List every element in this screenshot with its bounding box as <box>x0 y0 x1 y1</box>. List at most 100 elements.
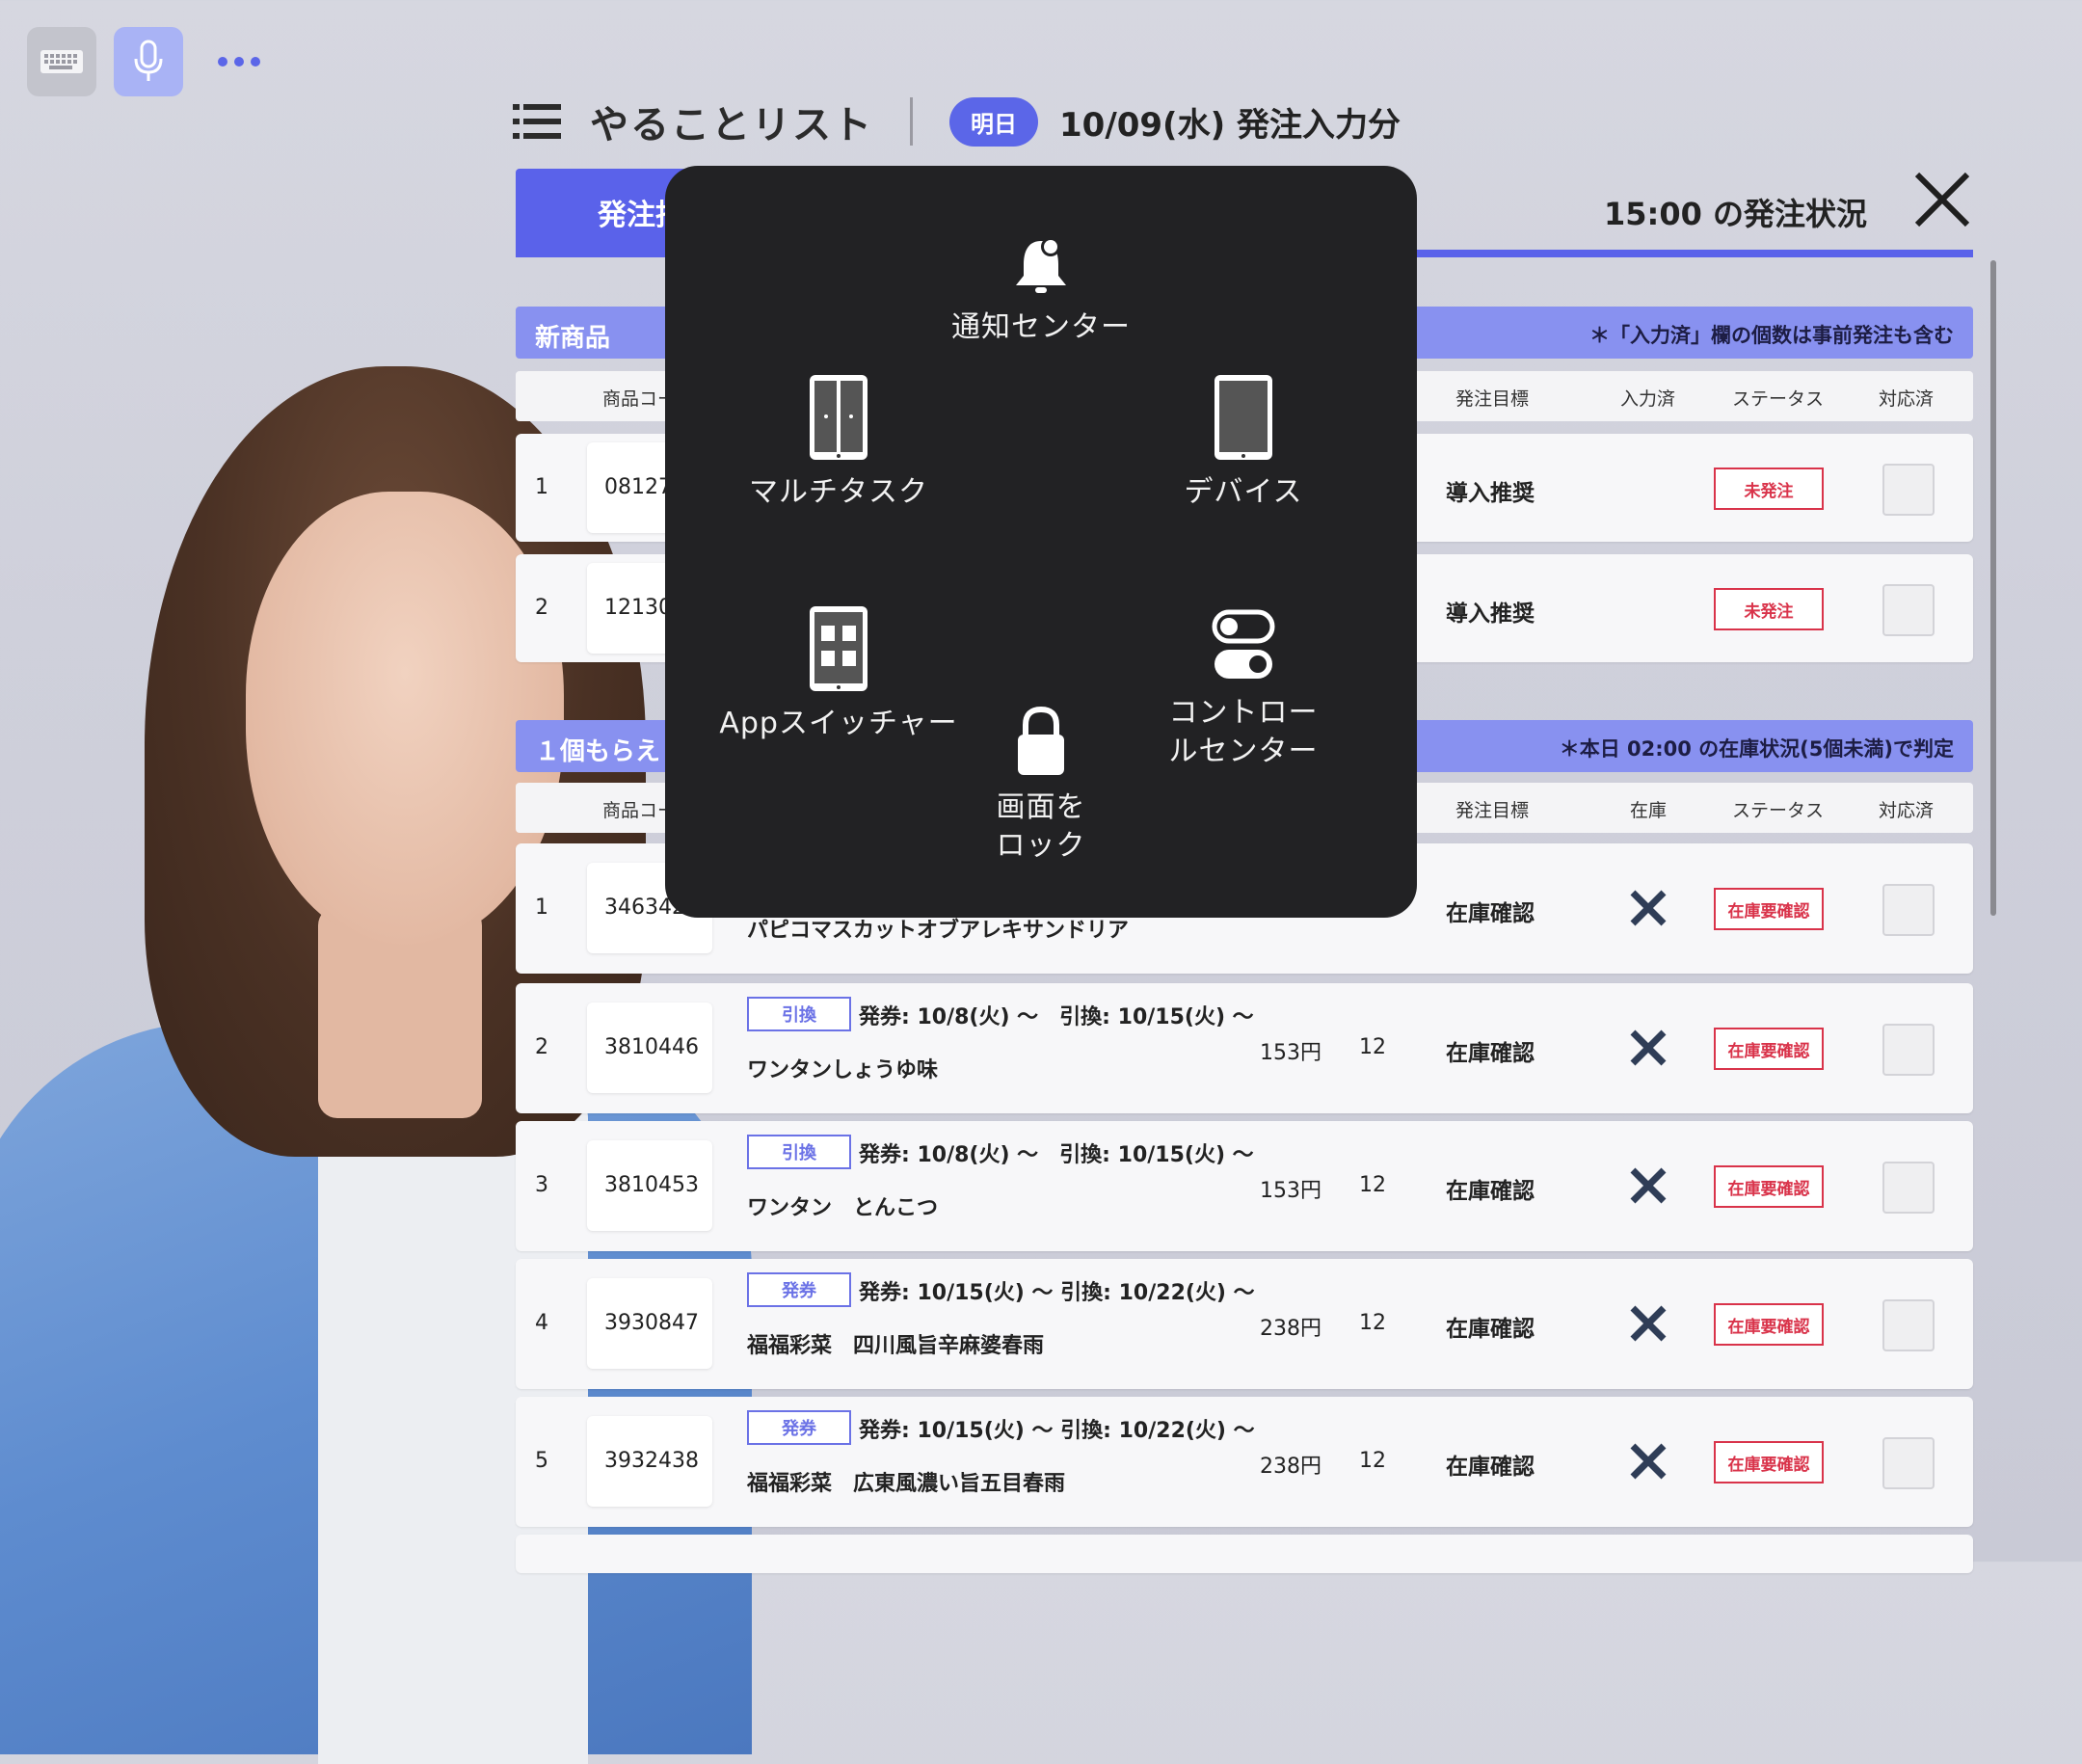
bell-icon <box>1016 237 1066 293</box>
table-row[interactable]: 3 3810453 引換 発券: 10/8(火) 〜 引換: 10/15(火) … <box>516 1121 1973 1251</box>
price: 238円 <box>1260 1455 1321 1479</box>
device-label: デバイス <box>1184 475 1303 509</box>
table-row[interactable]: 4 3930847 発券 発券: 10/15(火) 〜 引換: 10/22(火)… <box>516 1259 1973 1389</box>
control-center-label-1: コントロー <box>1168 696 1319 730</box>
toggle-icon <box>1212 609 1275 679</box>
status-badge: 未発注 <box>1714 468 1824 510</box>
app-switcher-label: Appスイッチャー <box>719 707 958 740</box>
row-index: 1 <box>535 895 548 920</box>
order-target: 在庫確認 <box>1446 901 1535 926</box>
status-badge: 未発注 <box>1714 588 1824 630</box>
row-index: 2 <box>535 1035 548 1059</box>
device-button[interactable]: デバイス <box>1137 373 1349 512</box>
row-index: 4 <box>535 1311 548 1335</box>
product-name: 福福彩菜 広東風濃い旨五目春雨 <box>747 1472 1066 1496</box>
order-target: 導入推奨 <box>1446 481 1535 506</box>
campaign-tag: 引換 <box>747 997 851 1031</box>
section-note: ＊本日 02:00 の在庫状況(5個未満)で判定 <box>1559 737 1954 761</box>
tablet-icon <box>1214 375 1272 460</box>
status-badge: 在庫要確認 <box>1714 1303 1824 1346</box>
date-title: 10/09(水) 発注入力分 <box>1059 105 1401 145</box>
x-mark-icon <box>1630 1443 1667 1480</box>
campaign-period: 発券: 10/8(火) 〜 引換: 10/15(火) 〜 <box>859 1005 1254 1029</box>
microphone-icon <box>134 40 163 81</box>
col-status: ステータス <box>1732 800 1825 821</box>
assistive-touch-menu: 通知センター マルチタスク デバイス Appスイッチャー コントロー ルセンター… <box>665 166 1417 918</box>
price: 153円 <box>1260 1041 1321 1065</box>
table-row[interactable] <box>516 1535 1973 1573</box>
multitask-icon <box>810 375 868 460</box>
product-code: 3930847 <box>604 1311 699 1335</box>
campaign-period: 発券: 10/8(火) 〜 引換: 10/15(火) 〜 <box>859 1143 1254 1167</box>
keyboard-button[interactable] <box>27 27 96 96</box>
row-index: 2 <box>535 596 548 620</box>
done-checkbox[interactable] <box>1882 1437 1935 1489</box>
close-icon[interactable] <box>1911 169 1973 230</box>
multitask-button[interactable]: マルチタスク <box>713 373 964 512</box>
quantity: 12 <box>1359 1173 1386 1197</box>
notification-center-label: 通知センター <box>951 310 1131 344</box>
order-target: 在庫確認 <box>1446 1455 1535 1480</box>
quantity: 12 <box>1359 1311 1386 1335</box>
col-done: 対応済 <box>1879 800 1935 821</box>
order-target: 在庫確認 <box>1446 1179 1535 1204</box>
app-switcher-button[interactable]: Appスイッチャー <box>704 604 974 743</box>
lock-screen-button[interactable]: 画面を ロック <box>945 706 1137 866</box>
x-mark-icon <box>1630 890 1667 926</box>
order-target: 導入推奨 <box>1446 601 1535 627</box>
section-label: １個もらえ <box>535 737 661 766</box>
done-checkbox[interactable] <box>1882 884 1935 936</box>
status-badge: 在庫要確認 <box>1714 1165 1824 1208</box>
done-checkbox[interactable] <box>1882 584 1935 636</box>
table-row[interactable]: 5 3932438 発券 発券: 10/15(火) 〜 引換: 10/22(火)… <box>516 1397 1973 1527</box>
control-center-label-2: ルセンター <box>1168 735 1319 768</box>
product-name: 福福彩菜 四川風旨辛麻婆春雨 <box>747 1334 1045 1358</box>
row-index: 5 <box>535 1449 548 1473</box>
x-mark-icon <box>1630 1029 1667 1066</box>
col-done: 対応済 <box>1879 388 1935 410</box>
table-row[interactable]: 2 3810446 引換 発券: 10/8(火) 〜 引換: 10/15(火) … <box>516 983 1973 1113</box>
microphone-button[interactable] <box>114 27 183 96</box>
list-menu-icon[interactable] <box>513 104 561 139</box>
keyboard-icon <box>40 50 83 73</box>
col-target: 発注目標 <box>1455 800 1530 821</box>
col-entered: 入力済 <box>1620 388 1676 410</box>
x-mark-icon <box>1630 1305 1667 1342</box>
done-checkbox[interactable] <box>1882 1299 1935 1351</box>
campaign-period: 発券: 10/15(火) 〜 引換: 10/22(火) 〜 <box>859 1419 1255 1443</box>
status-badge: 在庫要確認 <box>1714 1028 1824 1070</box>
status-badge: 在庫要確認 <box>1714 888 1824 930</box>
quantity: 12 <box>1359 1449 1386 1473</box>
product-code: 3932438 <box>604 1449 699 1473</box>
control-center-button[interactable]: コントロー ルセンター <box>1128 609 1359 771</box>
product-code: 12130 <box>604 596 672 620</box>
lock-screen-label-2: ロック <box>996 829 1086 863</box>
col-stock: 在庫 <box>1630 800 1668 821</box>
section-label: 新商品 <box>535 324 611 353</box>
more-dots-icon <box>218 57 260 67</box>
multitask-label: マルチタスク <box>749 475 928 509</box>
page-title: やることリスト <box>590 103 873 147</box>
product-code: 3810453 <box>604 1173 699 1197</box>
done-checkbox[interactable] <box>1882 464 1935 516</box>
order-target: 在庫確認 <box>1446 1317 1535 1342</box>
product-code: 08127 <box>604 475 672 499</box>
header-divider <box>910 97 913 146</box>
col-target: 発注目標 <box>1455 388 1530 410</box>
notification-center-button[interactable]: 通知センター <box>925 233 1157 347</box>
done-checkbox[interactable] <box>1882 1024 1935 1076</box>
campaign-tag: 引換 <box>747 1135 851 1169</box>
x-mark-icon <box>1630 1167 1667 1204</box>
campaign-tag: 発券 <box>747 1410 851 1445</box>
more-button[interactable] <box>210 42 268 81</box>
scrollbar[interactable] <box>1990 260 1996 916</box>
order-target: 在庫確認 <box>1446 1041 1535 1066</box>
lock-icon <box>1018 706 1064 775</box>
price: 238円 <box>1260 1317 1321 1341</box>
campaign-period: 発券: 10/15(火) 〜 引換: 10/22(火) 〜 <box>859 1281 1255 1305</box>
row-index: 1 <box>535 475 548 499</box>
product-name: ワンタン とんこつ <box>747 1196 939 1220</box>
campaign-tag: 発券 <box>747 1272 851 1307</box>
done-checkbox[interactable] <box>1882 1162 1935 1214</box>
app-switcher-icon <box>810 606 868 691</box>
